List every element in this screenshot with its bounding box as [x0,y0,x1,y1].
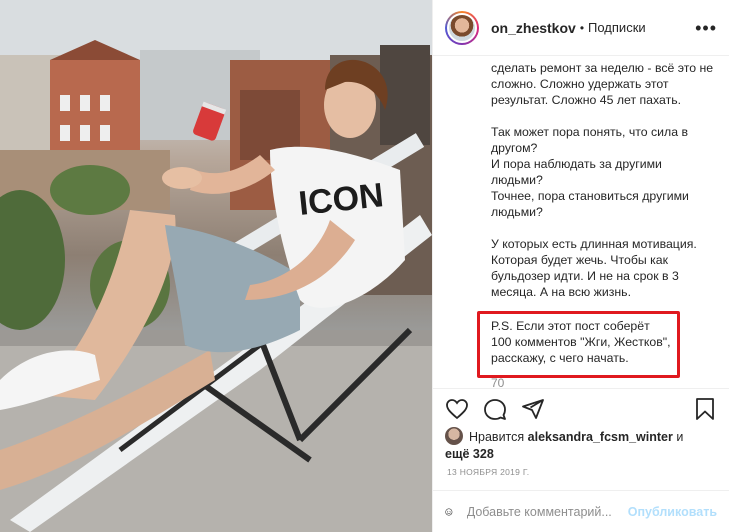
author-username[interactable]: on_zhestkov [491,20,576,36]
author-avatar[interactable] [445,10,479,45]
likes-summary: Нравится aleksandra_fcsm_winter и ещё 32… [445,427,717,463]
post-photo[interactable]: ICON [0,0,432,532]
comment-input[interactable] [466,504,628,519]
like-heart-icon[interactable] [445,397,469,421]
publish-button[interactable]: Опубликовать [628,505,717,519]
caption-ps: P.S. Если этот пост соберёт 100 комменто… [491,319,671,365]
actions-divider [433,388,729,389]
post-header: on_zhestkov • Подписки ••• [433,0,729,56]
emoji-smiley-icon[interactable] [445,500,453,524]
avatar-image [447,12,477,43]
likes-and: и [672,430,684,444]
post-date[interactable]: 13 НОЯБРЯ 2019 Г. [447,467,529,477]
save-bookmark-icon[interactable] [693,397,717,421]
comment-bubble-icon[interactable] [483,397,507,421]
following-button[interactable]: Подписки [588,20,646,35]
likes-count-link[interactable]: ещё 328 [445,447,494,461]
post-caption: сделать ремонт за неделю - всё это не сл… [433,56,729,388]
caption-paragraph-1: сделать ремонт за неделю - всё это не сл… [491,61,714,107]
share-send-icon[interactable] [521,397,545,421]
comment-bar: Опубликовать [433,490,729,532]
more-options-icon[interactable]: ••• [695,19,717,37]
liker-username[interactable]: aleksandra_fcsm_winter [528,430,673,444]
caption-paragraph-3: У которых есть длинная мотивация. Котора… [491,237,697,299]
likes-prefix: Нравится [469,430,528,444]
post-actions [445,395,717,423]
photo-illustration: ICON [0,0,432,532]
post-side-panel: on_zhestkov • Подписки ••• сделать ремон… [432,0,729,532]
caption-paragraph-2: Так может пора понять, что сила в другом… [491,125,689,219]
liker-avatar[interactable] [445,427,463,445]
caption-cut-text: 70 [491,376,505,388]
header-separator: • [579,20,585,35]
